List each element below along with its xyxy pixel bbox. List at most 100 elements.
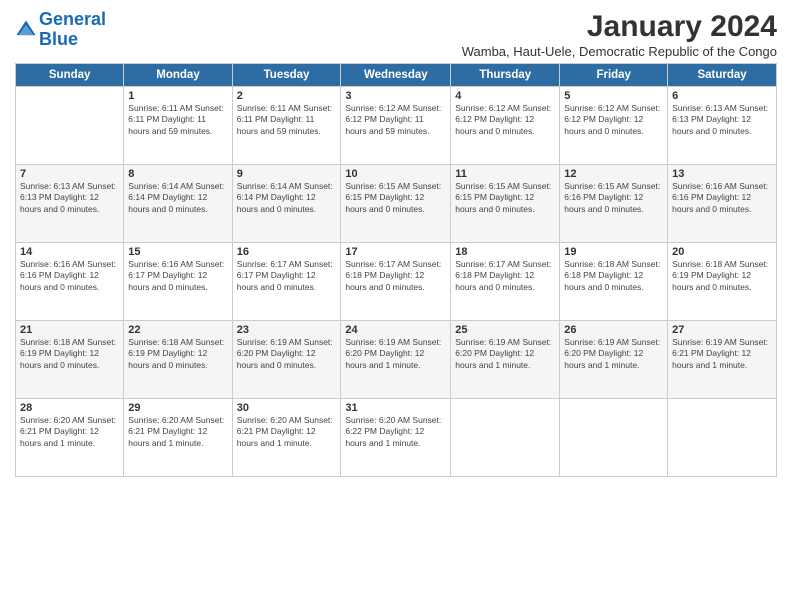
day-number: 24 <box>345 324 446 336</box>
day-info: Sunrise: 6:17 AM Sunset: 6:18 PM Dayligh… <box>345 259 446 293</box>
calendar-cell: 18Sunrise: 6:17 AM Sunset: 6:18 PM Dayli… <box>451 243 560 321</box>
calendar-cell: 8Sunrise: 6:14 AM Sunset: 6:14 PM Daylig… <box>124 165 232 243</box>
calendar-table: SundayMondayTuesdayWednesdayThursdayFrid… <box>15 63 777 477</box>
day-info: Sunrise: 6:19 AM Sunset: 6:20 PM Dayligh… <box>564 337 663 371</box>
day-number: 30 <box>237 402 337 414</box>
day-info: Sunrise: 6:19 AM Sunset: 6:20 PM Dayligh… <box>237 337 337 371</box>
calendar-cell: 2Sunrise: 6:11 AM Sunset: 6:11 PM Daylig… <box>232 87 341 165</box>
day-info: Sunrise: 6:15 AM Sunset: 6:15 PM Dayligh… <box>455 181 555 215</box>
day-number: 26 <box>564 324 663 336</box>
calendar-cell: 7Sunrise: 6:13 AM Sunset: 6:13 PM Daylig… <box>16 165 124 243</box>
day-number: 13 <box>672 168 772 180</box>
main-title: January 2024 <box>462 10 777 44</box>
calendar-cell: 3Sunrise: 6:12 AM Sunset: 6:12 PM Daylig… <box>341 87 451 165</box>
calendar-day-header: Thursday <box>451 64 560 87</box>
calendar-cell: 9Sunrise: 6:14 AM Sunset: 6:14 PM Daylig… <box>232 165 341 243</box>
day-number: 11 <box>455 168 555 180</box>
calendar-cell: 6Sunrise: 6:13 AM Sunset: 6:13 PM Daylig… <box>668 87 777 165</box>
day-info: Sunrise: 6:15 AM Sunset: 6:16 PM Dayligh… <box>564 181 663 215</box>
day-number: 2 <box>237 90 337 102</box>
day-number: 10 <box>345 168 446 180</box>
calendar-cell: 16Sunrise: 6:17 AM Sunset: 6:17 PM Dayli… <box>232 243 341 321</box>
day-number: 1 <box>128 90 227 102</box>
logo: General Blue <box>15 10 106 50</box>
day-number: 9 <box>237 168 337 180</box>
calendar-week-row: 14Sunrise: 6:16 AM Sunset: 6:16 PM Dayli… <box>16 243 777 321</box>
calendar-cell: 23Sunrise: 6:19 AM Sunset: 6:20 PM Dayli… <box>232 321 341 399</box>
day-number: 8 <box>128 168 227 180</box>
day-info: Sunrise: 6:20 AM Sunset: 6:21 PM Dayligh… <box>128 415 227 449</box>
calendar-day-header: Friday <box>560 64 668 87</box>
calendar-week-row: 1Sunrise: 6:11 AM Sunset: 6:11 PM Daylig… <box>16 87 777 165</box>
calendar-cell: 24Sunrise: 6:19 AM Sunset: 6:20 PM Dayli… <box>341 321 451 399</box>
day-number: 16 <box>237 246 337 258</box>
day-number: 23 <box>237 324 337 336</box>
day-number: 7 <box>20 168 119 180</box>
calendar-cell <box>668 399 777 477</box>
calendar-week-row: 28Sunrise: 6:20 AM Sunset: 6:21 PM Dayli… <box>16 399 777 477</box>
calendar-day-header: Saturday <box>668 64 777 87</box>
day-number: 19 <box>564 246 663 258</box>
day-info: Sunrise: 6:12 AM Sunset: 6:12 PM Dayligh… <box>564 103 663 137</box>
day-info: Sunrise: 6:20 AM Sunset: 6:21 PM Dayligh… <box>20 415 119 449</box>
day-info: Sunrise: 6:18 AM Sunset: 6:18 PM Dayligh… <box>564 259 663 293</box>
day-info: Sunrise: 6:19 AM Sunset: 6:21 PM Dayligh… <box>672 337 772 371</box>
calendar-cell: 13Sunrise: 6:16 AM Sunset: 6:16 PM Dayli… <box>668 165 777 243</box>
calendar-cell: 25Sunrise: 6:19 AM Sunset: 6:20 PM Dayli… <box>451 321 560 399</box>
calendar-header-row: SundayMondayTuesdayWednesdayThursdayFrid… <box>16 64 777 87</box>
day-number: 14 <box>20 246 119 258</box>
day-info: Sunrise: 6:18 AM Sunset: 6:19 PM Dayligh… <box>128 337 227 371</box>
day-number: 29 <box>128 402 227 414</box>
day-number: 21 <box>20 324 119 336</box>
day-info: Sunrise: 6:16 AM Sunset: 6:17 PM Dayligh… <box>128 259 227 293</box>
calendar-cell <box>16 87 124 165</box>
day-number: 17 <box>345 246 446 258</box>
calendar-cell: 28Sunrise: 6:20 AM Sunset: 6:21 PM Dayli… <box>16 399 124 477</box>
calendar-cell: 21Sunrise: 6:18 AM Sunset: 6:19 PM Dayli… <box>16 321 124 399</box>
day-info: Sunrise: 6:17 AM Sunset: 6:17 PM Dayligh… <box>237 259 337 293</box>
calendar-week-row: 7Sunrise: 6:13 AM Sunset: 6:13 PM Daylig… <box>16 165 777 243</box>
page: General Blue January 2024 Wamba, Haut-Ue… <box>0 0 792 612</box>
calendar-cell: 31Sunrise: 6:20 AM Sunset: 6:22 PM Dayli… <box>341 399 451 477</box>
calendar-cell: 29Sunrise: 6:20 AM Sunset: 6:21 PM Dayli… <box>124 399 232 477</box>
title-block: January 2024 Wamba, Haut-Uele, Democrati… <box>462 10 777 59</box>
day-number: 3 <box>345 90 446 102</box>
day-number: 28 <box>20 402 119 414</box>
day-info: Sunrise: 6:19 AM Sunset: 6:20 PM Dayligh… <box>345 337 446 371</box>
calendar-cell: 27Sunrise: 6:19 AM Sunset: 6:21 PM Dayli… <box>668 321 777 399</box>
day-number: 31 <box>345 402 446 414</box>
day-info: Sunrise: 6:18 AM Sunset: 6:19 PM Dayligh… <box>20 337 119 371</box>
day-info: Sunrise: 6:12 AM Sunset: 6:12 PM Dayligh… <box>345 103 446 137</box>
calendar-cell: 11Sunrise: 6:15 AM Sunset: 6:15 PM Dayli… <box>451 165 560 243</box>
calendar-cell: 10Sunrise: 6:15 AM Sunset: 6:15 PM Dayli… <box>341 165 451 243</box>
day-number: 5 <box>564 90 663 102</box>
day-info: Sunrise: 6:17 AM Sunset: 6:18 PM Dayligh… <box>455 259 555 293</box>
day-number: 25 <box>455 324 555 336</box>
day-info: Sunrise: 6:20 AM Sunset: 6:21 PM Dayligh… <box>237 415 337 449</box>
day-info: Sunrise: 6:12 AM Sunset: 6:12 PM Dayligh… <box>455 103 555 137</box>
day-info: Sunrise: 6:18 AM Sunset: 6:19 PM Dayligh… <box>672 259 772 293</box>
calendar-cell: 14Sunrise: 6:16 AM Sunset: 6:16 PM Dayli… <box>16 243 124 321</box>
calendar-cell: 22Sunrise: 6:18 AM Sunset: 6:19 PM Dayli… <box>124 321 232 399</box>
day-info: Sunrise: 6:13 AM Sunset: 6:13 PM Dayligh… <box>20 181 119 215</box>
logo-text: General Blue <box>39 10 106 50</box>
calendar-cell: 26Sunrise: 6:19 AM Sunset: 6:20 PM Dayli… <box>560 321 668 399</box>
day-info: Sunrise: 6:11 AM Sunset: 6:11 PM Dayligh… <box>128 103 227 137</box>
subtitle: Wamba, Haut-Uele, Democratic Republic of… <box>462 44 777 59</box>
calendar-cell <box>451 399 560 477</box>
day-number: 20 <box>672 246 772 258</box>
day-info: Sunrise: 6:15 AM Sunset: 6:15 PM Dayligh… <box>345 181 446 215</box>
calendar-cell: 30Sunrise: 6:20 AM Sunset: 6:21 PM Dayli… <box>232 399 341 477</box>
calendar-day-header: Monday <box>124 64 232 87</box>
calendar-cell: 20Sunrise: 6:18 AM Sunset: 6:19 PM Dayli… <box>668 243 777 321</box>
day-info: Sunrise: 6:13 AM Sunset: 6:13 PM Dayligh… <box>672 103 772 137</box>
day-number: 12 <box>564 168 663 180</box>
calendar-cell: 1Sunrise: 6:11 AM Sunset: 6:11 PM Daylig… <box>124 87 232 165</box>
calendar-week-row: 21Sunrise: 6:18 AM Sunset: 6:19 PM Dayli… <box>16 321 777 399</box>
calendar-cell: 12Sunrise: 6:15 AM Sunset: 6:16 PM Dayli… <box>560 165 668 243</box>
calendar-day-header: Sunday <box>16 64 124 87</box>
header: General Blue January 2024 Wamba, Haut-Ue… <box>15 10 777 59</box>
calendar-day-header: Tuesday <box>232 64 341 87</box>
day-number: 27 <box>672 324 772 336</box>
calendar-cell <box>560 399 668 477</box>
